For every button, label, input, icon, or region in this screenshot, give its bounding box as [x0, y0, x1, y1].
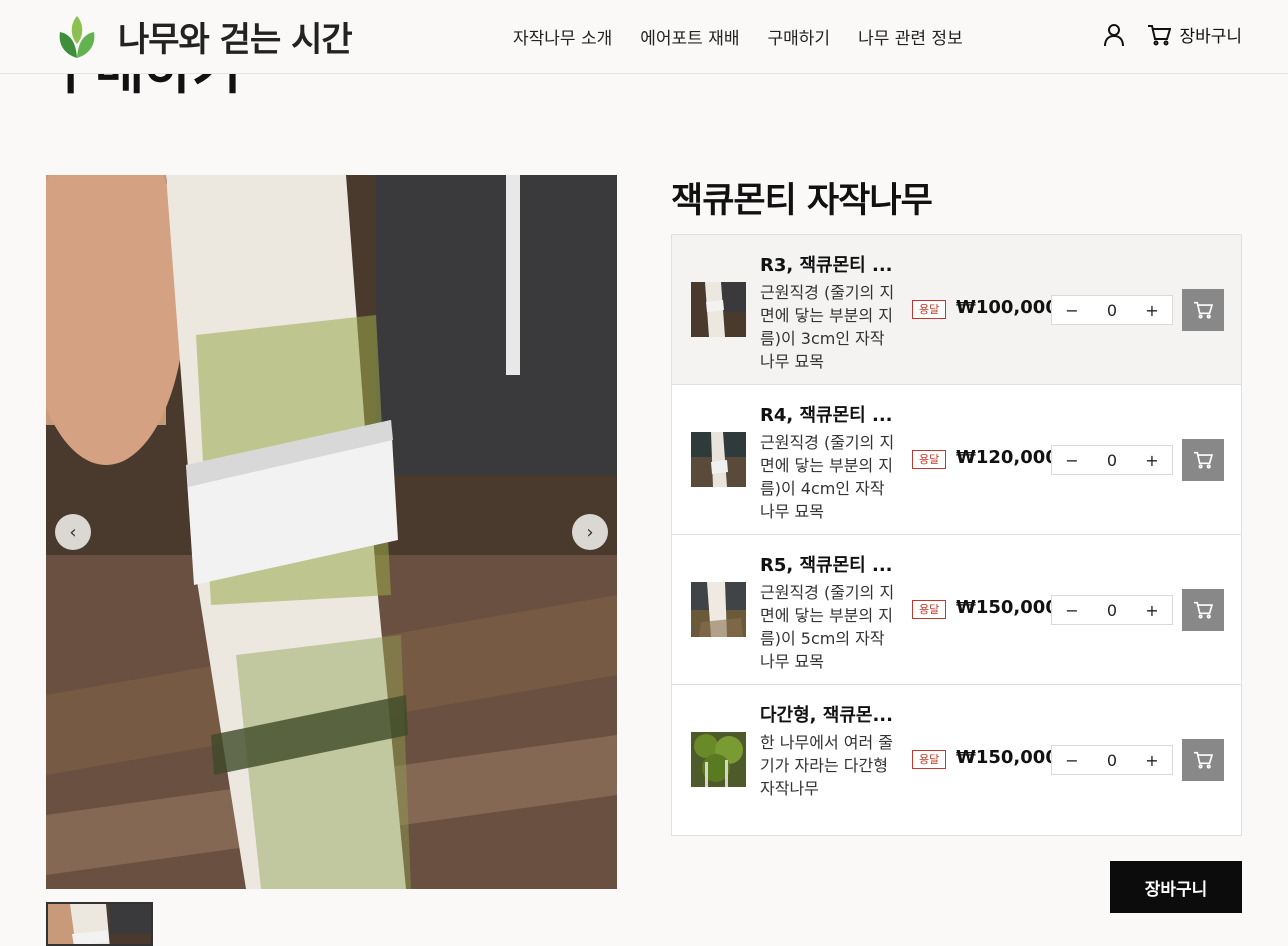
option-thumbnail — [691, 732, 746, 787]
option-description: 근원직경 (줄기의 지면에 닿는 부분의 지름)이 4cm인 자작나무 묘목 — [760, 433, 895, 521]
header-actions: 장바구니 — [1103, 22, 1242, 47]
quantity-stepper: − 0 + — [1051, 445, 1173, 475]
cart-icon — [1194, 451, 1213, 469]
increase-button[interactable]: + — [1144, 301, 1160, 320]
decrease-button[interactable]: − — [1064, 601, 1080, 620]
delivery-badge: 용달 — [912, 600, 947, 619]
option-row-r3[interactable]: R3, 잭큐몬티 ... 근원직경 (줄기의 지면에 닿는 부분의 지름)이 3… — [672, 235, 1241, 385]
delivery-badge: 용달 — [912, 450, 947, 469]
chevron-left-icon: ‹ — [69, 521, 77, 543]
option-price: ₩150,000 — [956, 747, 1058, 768]
option-name: R4, 잭큐몬티 ... — [760, 405, 893, 426]
option-price: ₩100,000 — [956, 297, 1058, 318]
product-title: 잭큐몬티 자작나무 — [671, 181, 933, 221]
gallery-thumbnail[interactable] — [46, 902, 153, 946]
increase-button[interactable]: + — [1144, 601, 1160, 620]
logo[interactable]: 나무와 걷는 시간 — [56, 12, 353, 61]
option-row-r5[interactable]: R5, 잭큐몬티 ... 근원직경 (줄기의 지면에 닿는 부분의 지름)이 5… — [672, 535, 1241, 685]
increase-button[interactable]: + — [1144, 751, 1160, 770]
cart-icon — [1194, 601, 1213, 619]
option-description: 근원직경 (줄기의 지면에 닿는 부분의 지름)이 5cm의 자작나무 묘목 — [760, 583, 895, 671]
delivery-badge: 용달 — [912, 750, 947, 769]
logo-text: 나무와 걷는 시간 — [118, 20, 353, 60]
chevron-right-icon: › — [586, 521, 594, 543]
nav-item-purchase[interactable]: 구매하기 — [768, 24, 831, 49]
option-description: 근원직경 (줄기의 지면에 닿는 부분의 지름)이 3cm인 자작나무 묘목 — [760, 283, 895, 371]
quantity-value[interactable]: 0 — [1104, 751, 1120, 770]
birch-trunk-photo — [46, 175, 617, 889]
gallery-next-button[interactable]: › — [572, 514, 608, 550]
increase-button[interactable]: + — [1144, 451, 1160, 470]
option-name: R3, 잭큐몬티 ... — [760, 255, 893, 276]
quantity-value[interactable]: 0 — [1104, 601, 1120, 620]
delivery-badge: 용달 — [912, 300, 947, 319]
nav-item-airport-cultivation[interactable]: 에어포트 재배 — [640, 24, 739, 49]
add-to-cart-button[interactable] — [1182, 439, 1224, 481]
option-row-multi-stem[interactable]: 다간형, 잭큐몬... 한 나무에서 여러 줄기가 자라는 다간형 자작나무 용… — [672, 685, 1241, 835]
cart-icon — [1194, 301, 1213, 319]
decrease-button[interactable]: − — [1064, 751, 1080, 770]
option-name: 다간형, 잭큐몬... — [760, 705, 893, 726]
option-name: R5, 잭큐몬티 ... — [760, 555, 893, 576]
add-to-cart-button[interactable] — [1182, 739, 1224, 781]
thumbnail-image — [48, 904, 151, 944]
cart-icon — [1148, 24, 1172, 45]
nav-item-birch-intro[interactable]: 자작나무 소개 — [513, 24, 612, 49]
product-option-list: R3, 잭큐몬티 ... 근원직경 (줄기의 지면에 닿는 부분의 지름)이 3… — [671, 234, 1242, 836]
option-thumbnail — [691, 282, 746, 337]
go-to-cart-button[interactable]: 장바구니 — [1110, 861, 1242, 913]
option-price: ₩150,000 — [956, 597, 1058, 618]
decrease-button[interactable]: − — [1064, 451, 1080, 470]
quantity-stepper: − 0 + — [1051, 745, 1173, 775]
quantity-stepper: − 0 + — [1051, 595, 1173, 625]
decrease-button[interactable]: − — [1064, 301, 1080, 320]
option-thumbnail — [691, 582, 746, 637]
quantity-stepper: − 0 + — [1051, 295, 1173, 325]
option-description: 한 나무에서 여러 줄기가 자라는 다간형 자작나무 — [760, 733, 894, 798]
product-image-gallery: ‹ › — [46, 175, 617, 889]
option-thumbnail — [691, 432, 746, 487]
header-cart-link[interactable]: 장바구니 — [1147, 22, 1242, 47]
option-price: ₩120,000 — [956, 447, 1058, 468]
main-nav: 자작나무 소개 에어포트 재배 구매하기 나무 관련 정보 — [513, 24, 963, 49]
gallery-prev-button[interactable]: ‹ — [55, 514, 91, 550]
header-cart-label: 장바구니 — [1179, 27, 1242, 47]
sprout-logo-icon — [59, 15, 95, 58]
quantity-value[interactable]: 0 — [1104, 301, 1120, 320]
nav-item-tree-info[interactable]: 나무 관련 정보 — [858, 24, 963, 49]
add-to-cart-button[interactable] — [1182, 589, 1224, 631]
quantity-value[interactable]: 0 — [1104, 451, 1120, 470]
cart-icon — [1194, 751, 1213, 769]
add-to-cart-button[interactable] — [1182, 289, 1224, 331]
user-icon[interactable] — [1103, 23, 1125, 47]
option-row-r4[interactable]: R4, 잭큐몬티 ... 근원직경 (줄기의 지면에 닿는 부분의 지름)이 4… — [672, 385, 1241, 535]
site-header: 나무와 걷는 시간 자작나무 소개 에어포트 재배 구매하기 나무 관련 정보 … — [0, 0, 1288, 74]
